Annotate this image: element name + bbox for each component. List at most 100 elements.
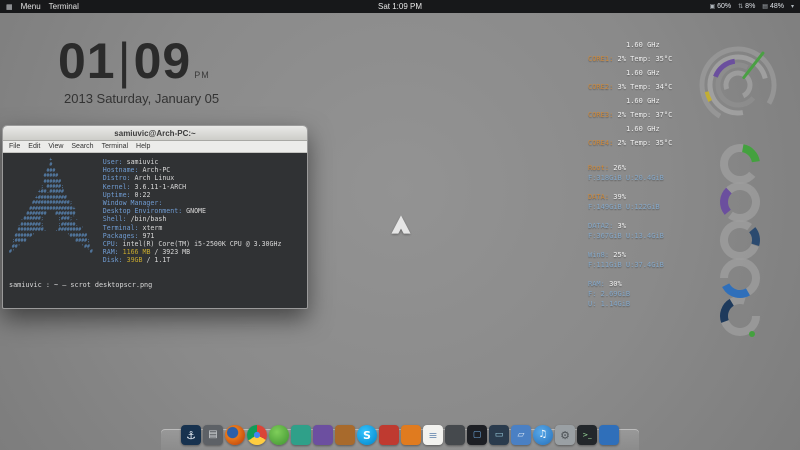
menu-button[interactable]: Menu (21, 2, 41, 11)
dock-icon-terminal-app[interactable]: >_ (577, 425, 597, 445)
cpu-frequency: 1.60 GHz (588, 38, 710, 52)
info-label: Window Manager: (103, 199, 163, 207)
dock-icon-green-orb-app[interactable] (269, 425, 289, 445)
cpu-meter-icon: ▣ (709, 3, 715, 10)
system-info-line: Terminal: xterm (103, 224, 282, 232)
applications-grid-icon[interactable]: ▦ (6, 3, 13, 11)
dock-icon-folder-app[interactable]: ▱ (511, 425, 531, 445)
disk-percent: 30% (609, 280, 622, 288)
disk-header: Win8: 25% (588, 250, 720, 260)
docky-anchor-icon: ⚓ (186, 430, 196, 441)
cpu-core-load: 2% (618, 111, 631, 119)
display-settings-icon: ▭ (495, 431, 504, 440)
terminal-titlebar[interactable]: samiuvic@Arch-PC:~ (3, 126, 307, 141)
terminal-menu-terminal[interactable]: Terminal (102, 143, 128, 150)
tray-item[interactable]: ▾ (791, 3, 794, 10)
info-value: 971 (142, 232, 154, 240)
dock-icon-display-settings[interactable]: ▭ (489, 425, 509, 445)
terminal-menu-search[interactable]: Search (71, 143, 93, 150)
disk-usage: F:111GiB U:37.4GiB (588, 260, 720, 270)
system-info-line: User: samiuvic (103, 158, 282, 166)
system-info-block: User: samiuvicHostname: Arch-PCDistro: A… (103, 158, 282, 265)
tray-item[interactable]: ▤48% (762, 3, 784, 10)
disk-usage: F:367GiB U:13.4GiB (588, 231, 720, 241)
terminal-menubar: File Edit View Search Terminal Help (3, 141, 307, 153)
dock-icon-orange-app[interactable] (401, 425, 421, 445)
system-tray: ▣60% ⇅8% ▤48% ▾ (709, 3, 794, 10)
cpu-core-line: CORE1: 2% Temp: 35°C (588, 52, 710, 66)
terminal-prompt[interactable]: samiuvic : ~ — scrot desktopscr.png (9, 281, 301, 289)
dock-icon-teal-app[interactable] (291, 425, 311, 445)
tray-item[interactable]: ▣60% (709, 3, 731, 10)
dock-icon-writer-document[interactable]: ≡ (423, 425, 443, 445)
network-meter-icon: ⇅ (738, 3, 743, 10)
disk-percent: 25% (613, 251, 626, 259)
dock-icon-music-app[interactable]: ♫ (533, 425, 553, 445)
disk-entry: Root: 26%F:318GiB U:20.4GiB (588, 163, 720, 183)
clock-widget: 01|09PM 2013 Saturday, January 05 (58, 36, 219, 106)
desktop: ▦ Menu Terminal Sat 1:09 PM ▣60% ⇅8% ▤48% ▾… (0, 0, 800, 450)
dock-icon-purple-app[interactable] (313, 425, 333, 445)
disk-entry: DATA2: 3%F:367GiB U:13.4GiB (588, 221, 720, 241)
tray-item[interactable]: ⇅8% (738, 3, 755, 10)
disk-header: Root: 26% (588, 163, 720, 173)
disk-entry: Win8: 25%F:111GiB U:37.4GiB (588, 250, 720, 270)
terminal-title: samiuvic@Arch-PC:~ (114, 129, 195, 138)
terminal-window[interactable]: samiuvic@Arch-PC:~ File Edit View Search Ter… (2, 125, 308, 309)
info-label: Packages: (103, 232, 143, 240)
indicator-chevron-icon: ▾ (791, 3, 794, 10)
disk-ring-gauges (708, 142, 772, 348)
dock-icon-docky-anchor[interactable]: ⚓ (181, 425, 201, 445)
cpu-core-temp: Temp: 35°C (630, 55, 672, 63)
arch-ascii-art: + # ### ##### ###### ; #####; +##.##### … (9, 158, 93, 265)
disk-name: RAM: (588, 280, 609, 288)
chrome-icon: ● (254, 431, 261, 439)
clock-date: 2013 Saturday, January 05 (64, 91, 219, 106)
disk-usage: F:149GiB U:122GiB (588, 202, 720, 212)
info-value: samiuvic (127, 158, 159, 166)
cpu-core-temp: Temp: 34°C (630, 83, 672, 91)
dock-icon-chrome[interactable]: ● (247, 425, 267, 445)
dock-icon-settings-gear[interactable]: ⚙ (555, 425, 575, 445)
dock-icon-blue-app[interactable] (599, 425, 619, 445)
disk-name: Win8: (588, 251, 613, 259)
terminal-body[interactable]: + # ### ##### ###### ; #####; +##.##### … (3, 153, 307, 308)
conky-cpu-monitor: 1.60 GHzCORE1: 2% Temp: 35°C1.60 GHzCORE… (588, 38, 710, 150)
disk-header: RAM: 30% (588, 279, 720, 289)
dock-icon-monitor-app[interactable]: ▢ (467, 425, 487, 445)
info-value: / 1.1T (142, 256, 170, 264)
info-label: Shell: (103, 215, 131, 223)
info-label: Hostname: (103, 166, 143, 174)
info-label: Uptime: (103, 191, 135, 199)
dock-icon-amber-app[interactable] (335, 425, 355, 445)
info-value: / 3923 MB (150, 248, 190, 256)
terminal-menu-help[interactable]: Help (136, 143, 150, 150)
disk-entry: RAM: 30%F: 2.69GiBU: 1.14GiB (588, 279, 720, 309)
dock-icon-red-app[interactable] (379, 425, 399, 445)
dock-icon-file-cabinet[interactable]: ▤ (203, 425, 223, 445)
dock-icon-slate-app[interactable] (445, 425, 465, 445)
info-value: 39GB (127, 256, 143, 264)
info-value: 3.6.11-1-ARCH (135, 183, 187, 191)
clock-separator: | (116, 33, 134, 89)
info-label: Kernel: (103, 183, 135, 191)
disk-entry: DATA: 39%F:149GiB U:122GiB (588, 192, 720, 212)
tray-value: 8% (745, 3, 755, 10)
system-info-line: CPU: intel(R) Core(TM) i5-2500K CPU @ 3.… (103, 240, 282, 248)
active-app-label[interactable]: Terminal (49, 2, 79, 11)
arch-logo (391, 215, 411, 234)
disk-percent: 3% (618, 222, 626, 230)
system-info-line: Desktop Environment: GNOME (103, 207, 282, 215)
dock-icon-skype[interactable]: S (357, 425, 377, 445)
info-label: Terminal: (103, 224, 143, 232)
clock-minutes: 09 (134, 33, 192, 89)
terminal-menu-file[interactable]: File (9, 143, 20, 150)
cpu-frequency: 1.60 GHz (588, 94, 710, 108)
dock-icon-firefox[interactable] (225, 425, 245, 445)
terminal-menu-edit[interactable]: Edit (28, 143, 40, 150)
info-value: Arch Linux (135, 174, 175, 182)
info-label: Distro: (103, 174, 135, 182)
top-menubar: ▦ Menu Terminal Sat 1:09 PM ▣60% ⇅8% ▤48% ▾ (0, 0, 800, 13)
topbar-clock[interactable]: Sat 1:09 PM (0, 2, 800, 11)
terminal-menu-view[interactable]: View (48, 143, 63, 150)
